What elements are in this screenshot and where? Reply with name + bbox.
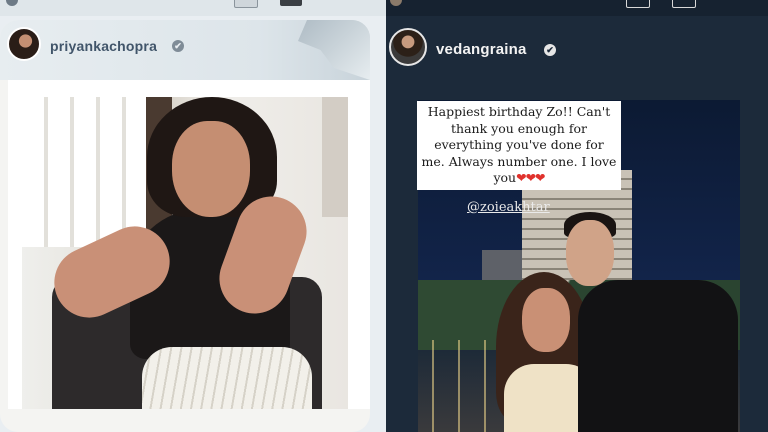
- story-caption: Happiest birthday Zo!! Can't thank you e…: [417, 101, 621, 190]
- person-face: [172, 121, 250, 217]
- avatar[interactable]: [389, 28, 427, 66]
- right-top-bar: [386, 0, 768, 16]
- verified-badge-icon: ✔: [544, 44, 556, 56]
- striped-pants: [142, 347, 312, 409]
- heart-icon: ❤❤❤: [516, 170, 545, 185]
- post-photo[interactable]: [22, 97, 348, 409]
- top-avatar[interactable]: [6, 0, 18, 6]
- mention-sticker[interactable]: @zoieakhtar: [467, 200, 550, 215]
- left-top-bar: [0, 0, 386, 16]
- top-left-icon-2[interactable]: [280, 0, 302, 6]
- man-face: [566, 220, 614, 286]
- avatar[interactable]: [7, 27, 41, 61]
- username-label[interactable]: vedangraina: [436, 41, 527, 58]
- username-label[interactable]: priyankachopra: [50, 38, 157, 54]
- woman-face: [522, 288, 570, 352]
- man-suit: [578, 280, 738, 432]
- top-avatar[interactable]: [390, 0, 402, 6]
- torn-paper-decoration: [298, 20, 370, 80]
- top-right-icon-1[interactable]: [626, 0, 650, 8]
- top-right-icon-2[interactable]: [672, 0, 696, 8]
- window-blinds: [22, 97, 150, 247]
- background-shelf: [322, 97, 348, 217]
- top-left-icon-1[interactable]: [234, 0, 258, 8]
- left-story-panel: priyankachopra ✔: [0, 0, 386, 432]
- verified-badge-icon: ✔: [172, 40, 184, 52]
